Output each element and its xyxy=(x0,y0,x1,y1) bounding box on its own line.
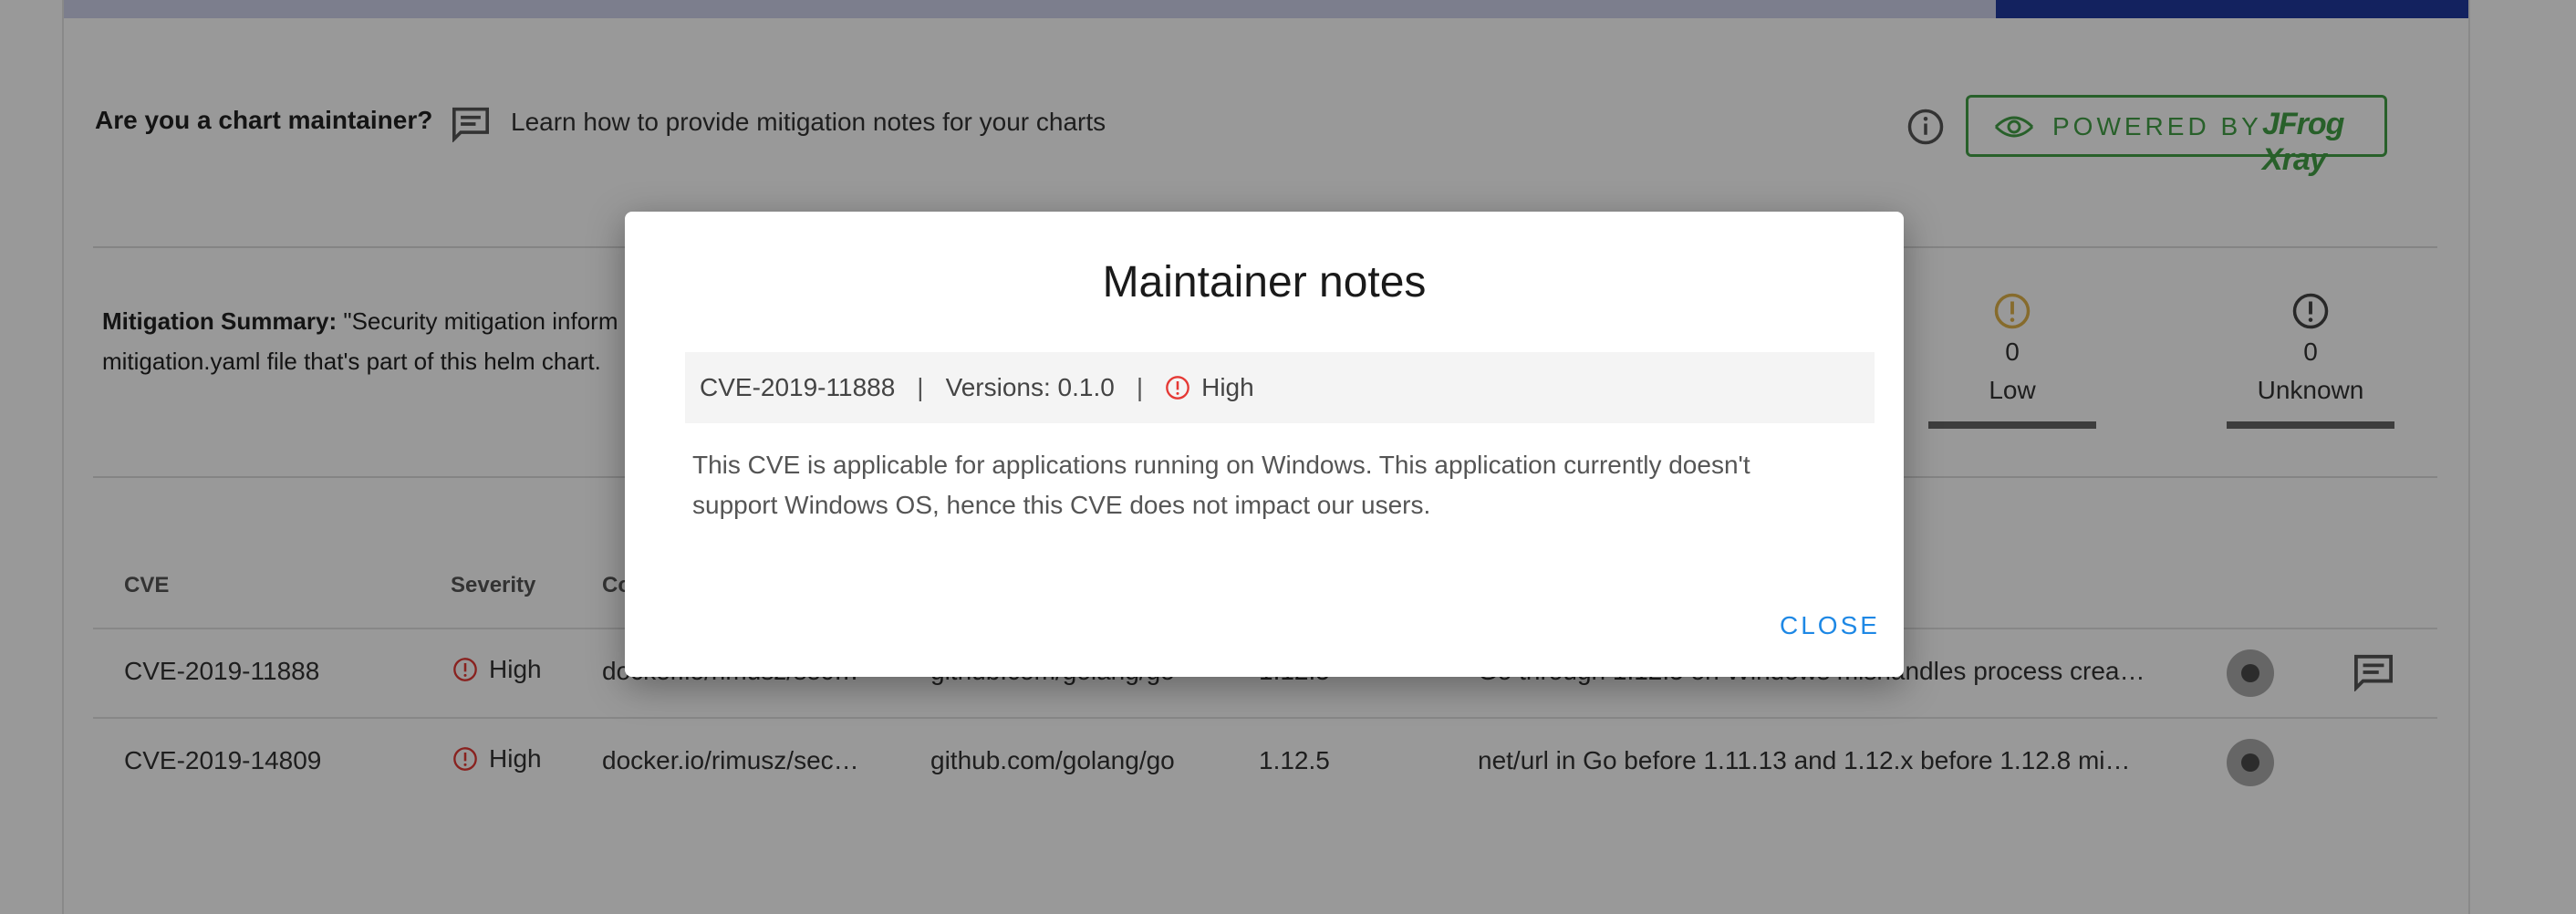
maintainer-notes-dialog: Maintainer notes CVE-2019-11888 | Versio… xyxy=(625,212,1904,677)
dialog-severity: High xyxy=(1201,373,1254,401)
meta-separator: | xyxy=(1136,373,1144,401)
meta-separator: | xyxy=(917,373,924,401)
dialog-cve-meta: CVE-2019-11888 | Versions: 0.1.0 | High xyxy=(685,352,1875,423)
dialog-cve-id: CVE-2019-11888 xyxy=(700,373,896,401)
dialog-note-text: This CVE is applicable for applications … xyxy=(692,451,1750,519)
dialog-versions: Versions: 0.1.0 xyxy=(945,373,1115,401)
close-button[interactable]: CLOSE xyxy=(1780,611,1880,640)
high-severity-icon xyxy=(1166,376,1189,400)
dialog-title: Maintainer notes xyxy=(1102,258,1427,306)
